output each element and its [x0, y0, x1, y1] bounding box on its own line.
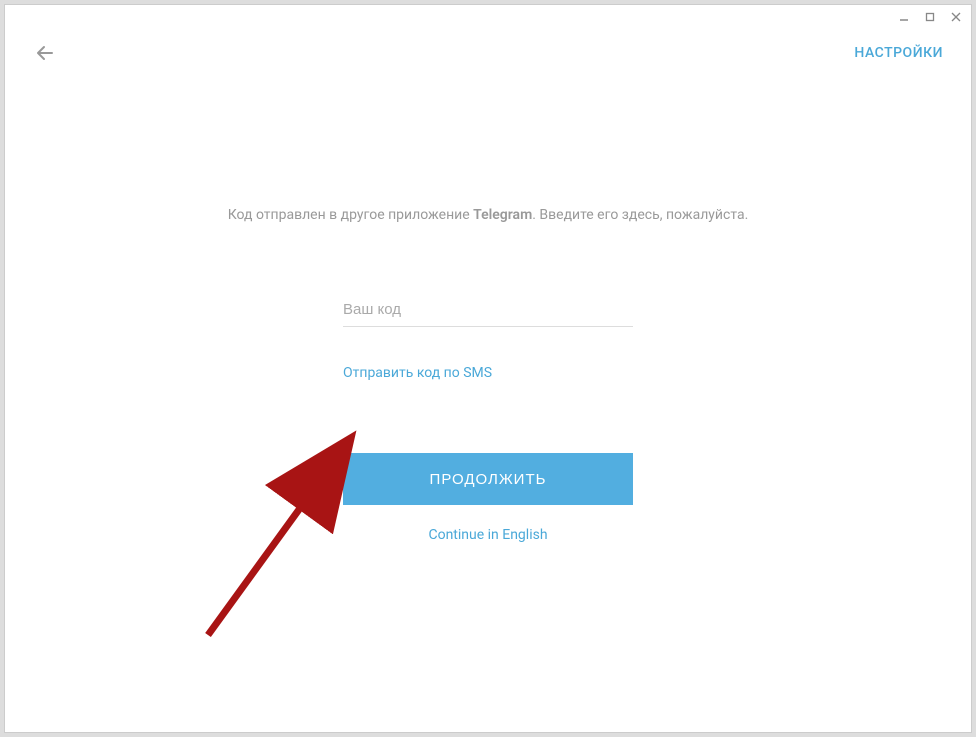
code-input[interactable] — [343, 293, 633, 327]
instruction-after: . Введите его здесь, пожалуйста. — [532, 207, 748, 223]
header: НАСТРОЙКИ — [5, 29, 971, 77]
content-area: Код отправлен в другое приложение Telegr… — [5, 77, 971, 732]
instruction-before: Код отправлен в другое приложение — [228, 207, 473, 223]
settings-link[interactable]: НАСТРОЙКИ — [854, 45, 943, 61]
send-sms-link[interactable]: Отправить код по SMS — [343, 365, 633, 381]
minimize-icon[interactable] — [897, 10, 911, 24]
titlebar — [5, 5, 971, 29]
maximize-icon[interactable] — [923, 10, 937, 24]
instruction-bold: Telegram — [473, 207, 532, 223]
annotation-arrow-icon — [200, 423, 360, 643]
back-arrow-icon[interactable] — [33, 41, 57, 65]
continue-english-link[interactable]: Continue in English — [428, 527, 547, 543]
close-icon[interactable] — [949, 10, 963, 24]
app-window: НАСТРОЙКИ Код отправлен в другое приложе… — [4, 4, 972, 733]
continue-button[interactable]: ПРОДОЛЖИТЬ — [343, 453, 633, 505]
instruction-text: Код отправлен в другое приложение Telegr… — [228, 207, 749, 223]
